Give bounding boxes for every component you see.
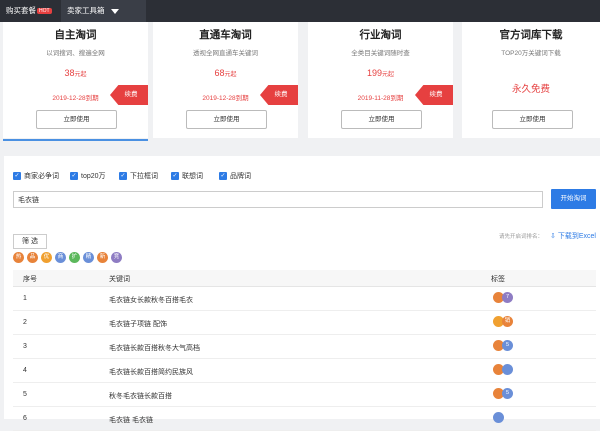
use-now-button[interactable]: 立即使用 [186,110,267,129]
row-tag-icon: 7 [502,292,513,303]
checkbox-checked-icon: ✓ [171,172,179,181]
row-tag-icon: 5 [502,388,513,399]
row-keyword: 毛衣链长款百搭简约民族风 [109,369,193,376]
checkbox-checked-icon: ✓ [219,172,227,181]
search-panel: ✓ 商家必争词 ✓ top20万 ✓ 下拉框词 ✓ 联想词 ✓ 品牌词 毛衣链 开始淘词 … [4,156,600,431]
hot-badge: HOT [37,8,52,14]
row-keyword: 毛衣链女长款秋冬百搭毛衣 [109,297,193,304]
top-bar: 购买套餐 HOT 卖家工具箱 [0,0,600,22]
card-self-search[interactable]: 自主淘词 以词搜词、搜遍全网 38元起 2019-12-28到期 续费 立即使用 [3,22,148,141]
card-price: 199元起 [366,68,395,78]
card-title: 直通车淘词 [199,29,252,41]
row-index: 1 [23,295,27,302]
download-excel-link[interactable]: ⇩ 下载到Excel [550,231,596,241]
table-row[interactable]: 6 毛衣链 毛衣链 [13,407,596,431]
checkbox-merchant-words[interactable]: ✓ 商家必争词 [13,171,59,183]
table-header: 序号 关键词 标签 [13,270,596,287]
table-row[interactable]: 1 毛衣链女长款秋冬百搭毛衣 7 [13,287,596,311]
tag-badge-icon[interactable]: 竞 [111,252,122,263]
card-free: 永久免费 [511,84,550,95]
row-keyword: 毛衣链长款百搭秋冬大气高档 [109,345,200,352]
checkbox-checked-icon: ✓ [119,172,127,181]
card-industry[interactable]: 行业淘词 全类目关键词随时查 199元起 2019-11-28到期 续费 立即使… [308,22,453,138]
header-index: 序号 [23,276,37,283]
checkbox-dropdown-words[interactable]: ✓ 下拉框词 [119,171,158,183]
row-tag-icon [502,364,513,375]
row-keyword: 毛衣链 毛衣链 [109,417,153,424]
card-title: 官方词库下载 [499,29,563,41]
chevron-down-icon [110,8,119,14]
row-index: 3 [23,343,27,350]
row-tag-icon: 销 [502,316,513,327]
seller-toolbox-menu[interactable]: 卖家工具箱 [61,0,146,22]
card-desc: 以词搜词、搜遍全网 [46,50,105,57]
buy-package-label: 购买套餐 [6,6,36,15]
active-card-indicator [3,139,148,141]
row-keyword: 秋冬毛衣链长款百搭 [109,393,172,400]
checkbox-brand-words[interactable]: ✓ 品牌词 [219,171,251,183]
checkbox-checked-icon: ✓ [70,172,78,181]
tag-badge-icon[interactable]: 新 [97,252,108,263]
row-tag-icon: 5 [502,340,513,351]
tag-badge-icon[interactable]: 扩 [69,252,80,263]
table-row[interactable]: 2 毛衣链子项链 配饰 销 [13,311,596,335]
card-title: 自主淘词 [54,29,97,41]
renew-button[interactable]: 续费 [415,85,453,105]
checkbox-checked-icon: ✓ [13,172,21,181]
buy-package-menu[interactable]: 购买套餐 HOT [6,0,52,22]
header-keyword: 关键词 [109,276,130,283]
tag-badge-icon[interactable]: 精 [83,252,94,263]
tag-badge-icon[interactable]: 热 [13,252,24,263]
table-row[interactable]: 3 毛衣链长款百搭秋冬大气高档 5 [13,335,596,359]
filter-button[interactable]: 筛 选 [13,234,47,249]
card-desc: 透视全网直通车关键词 [193,50,258,57]
card-title: 行业淘词 [359,29,402,41]
checkbox-top20w[interactable]: ✓ top20万 [70,171,106,183]
card-desc: TOP20万关键词下载 [501,50,561,57]
renew-button[interactable]: 续费 [260,85,298,105]
row-index: 5 [23,391,27,398]
use-now-button[interactable]: 立即使用 [492,110,573,129]
table-row[interactable]: 4 毛衣链长款百搭简约民族风 [13,359,596,383]
table-row[interactable]: 5 秋冬毛衣链长款百搭 5 [13,383,596,407]
keyword-search-input[interactable]: 毛衣链 [13,191,543,208]
start-search-button[interactable]: 开始淘词 [551,189,596,209]
use-now-button[interactable]: 立即使用 [36,110,117,129]
header-tags: 标签 [491,276,505,283]
seller-toolbox-label: 卖家工具箱 [67,6,105,15]
card-desc: 全类目关键词随时查 [351,50,410,57]
row-index: 2 [23,319,27,326]
row-keyword: 毛衣链子项链 配饰 [109,321,167,328]
card-through-train[interactable]: 直通车淘词 透视全网直通车关键词 68元起 2019-12-28到期 续费 立即… [153,22,298,138]
tag-badge-icon[interactable]: 品 [27,252,38,263]
row-tag-icon [493,412,504,423]
row-index: 4 [23,367,27,374]
download-icon: ⇩ [550,233,556,240]
tag-badge-icon[interactable]: 商 [55,252,66,263]
card-price: 68元起 [214,68,237,78]
card-price: 38元起 [64,68,87,78]
rank-hint: 请先开启词排名： [499,234,544,240]
checkbox-associated-words[interactable]: ✓ 联想词 [171,171,203,183]
card-official-download[interactable]: 官方词库下载 TOP20万关键词下载 永久免费 立即使用 [462,22,600,138]
tag-badge-icon[interactable]: 优 [41,252,52,263]
renew-button[interactable]: 续费 [110,85,148,105]
use-now-button[interactable]: 立即使用 [341,110,422,129]
